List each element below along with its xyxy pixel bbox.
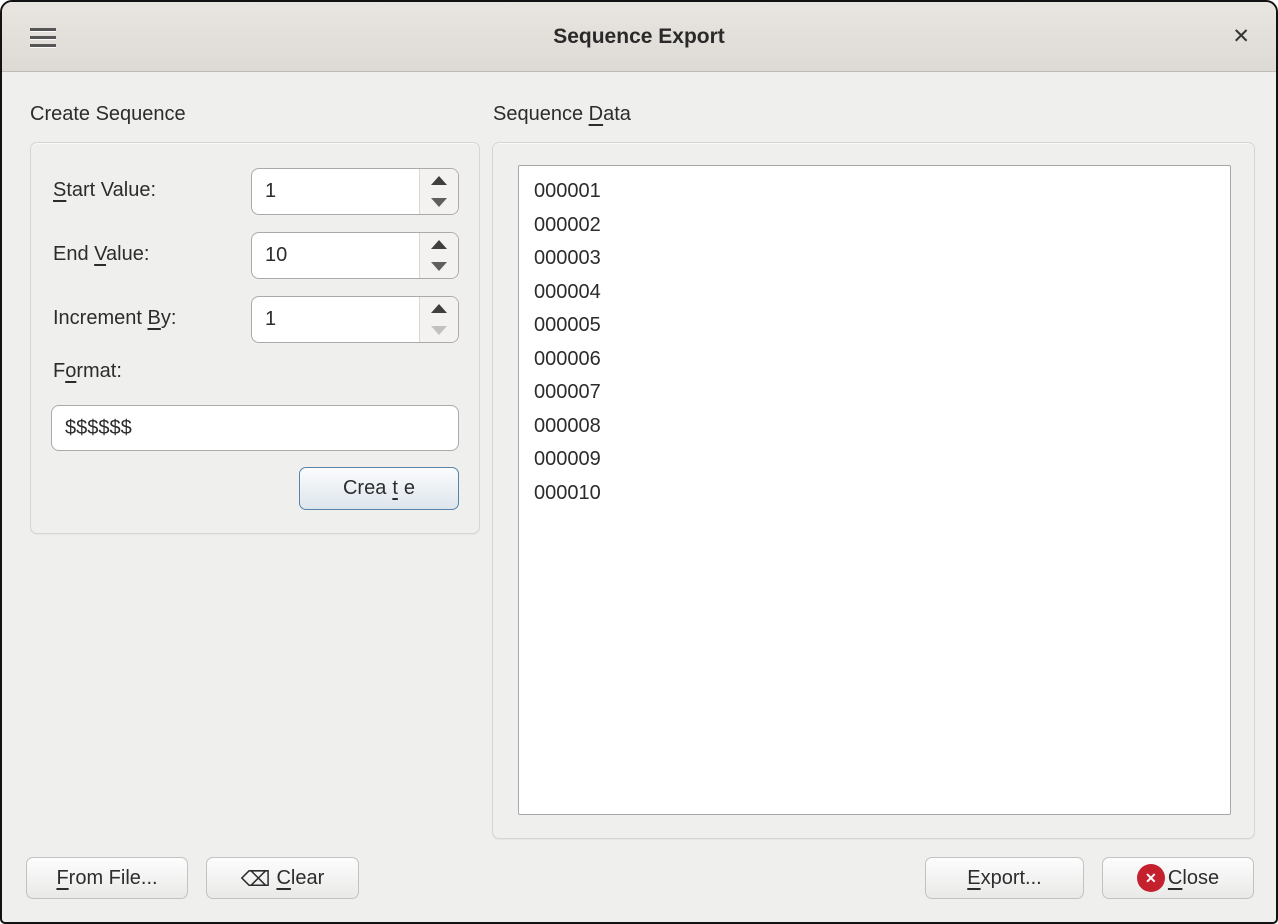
sequence-data-item: 000001	[534, 175, 1230, 209]
sequence-data-group: 0000010000020000030000040000050000060000…	[492, 142, 1255, 839]
create-sequence-group: Start Value: End Value: Increment By:	[30, 142, 480, 534]
end-value-label: End Value:	[53, 243, 149, 266]
from-file-button[interactable]: From File...	[26, 857, 188, 899]
start-value-input[interactable]	[252, 169, 419, 214]
increment-by-label: Increment By:	[53, 307, 176, 330]
sequence-data-item: 000002	[534, 209, 1230, 243]
titlebar: Sequence Export ✕	[2, 2, 1276, 72]
start-value-spinbox	[251, 168, 459, 215]
end-value-spin-buttons	[419, 233, 458, 278]
format-label: Format:	[53, 360, 122, 383]
sequence-data-heading: Sequence Data	[493, 103, 631, 126]
end-value-input[interactable]	[252, 233, 419, 278]
sequence-data-listbox[interactable]: 0000010000020000030000040000050000060000…	[518, 165, 1231, 815]
end-value-spinbox	[251, 232, 459, 279]
start-value-spin-down-icon[interactable]	[420, 192, 458, 215]
sequence-data-item: 000008	[534, 410, 1230, 444]
format-input[interactable]	[52, 406, 458, 450]
sequence-export-dialog: Sequence Export ✕ Create Sequence Sequen…	[0, 0, 1278, 924]
sequence-data-item: 000005	[534, 309, 1230, 343]
close-button[interactable]: ✕ Close	[1102, 857, 1254, 899]
start-value-spin-up-icon[interactable]	[420, 169, 458, 192]
window-close-icon[interactable]: ✕	[1232, 2, 1250, 72]
sequence-data-item: 000007	[534, 376, 1230, 410]
increment-by-spin-buttons	[419, 297, 458, 342]
increment-by-input[interactable]	[252, 297, 419, 342]
end-value-spin-up-icon[interactable]	[420, 233, 458, 256]
create-sequence-heading: Create Sequence	[30, 103, 186, 126]
clear-button[interactable]: ⌫ Clear	[206, 857, 359, 899]
sequence-data-item: 000006	[534, 343, 1230, 377]
window-title: Sequence Export	[2, 2, 1276, 72]
sequence-data-item: 000009	[534, 443, 1230, 477]
start-value-spin-buttons	[419, 169, 458, 214]
sequence-data-item: 000010	[534, 477, 1230, 511]
start-value-label: Start Value:	[53, 179, 156, 202]
increment-by-spin-up-icon[interactable]	[420, 297, 458, 320]
sequence-data-item: 000003	[534, 242, 1230, 276]
export-button[interactable]: Export...	[925, 857, 1084, 899]
increment-by-spin-down-icon[interactable]	[420, 320, 458, 343]
create-button[interactable]: Create	[299, 467, 459, 510]
format-entry	[51, 405, 459, 451]
increment-by-spinbox	[251, 296, 459, 343]
clear-backspace-icon: ⌫	[241, 869, 271, 890]
sequence-data-item: 000004	[534, 276, 1230, 310]
close-x-icon: ✕	[1137, 864, 1165, 892]
end-value-spin-down-icon[interactable]	[420, 256, 458, 279]
